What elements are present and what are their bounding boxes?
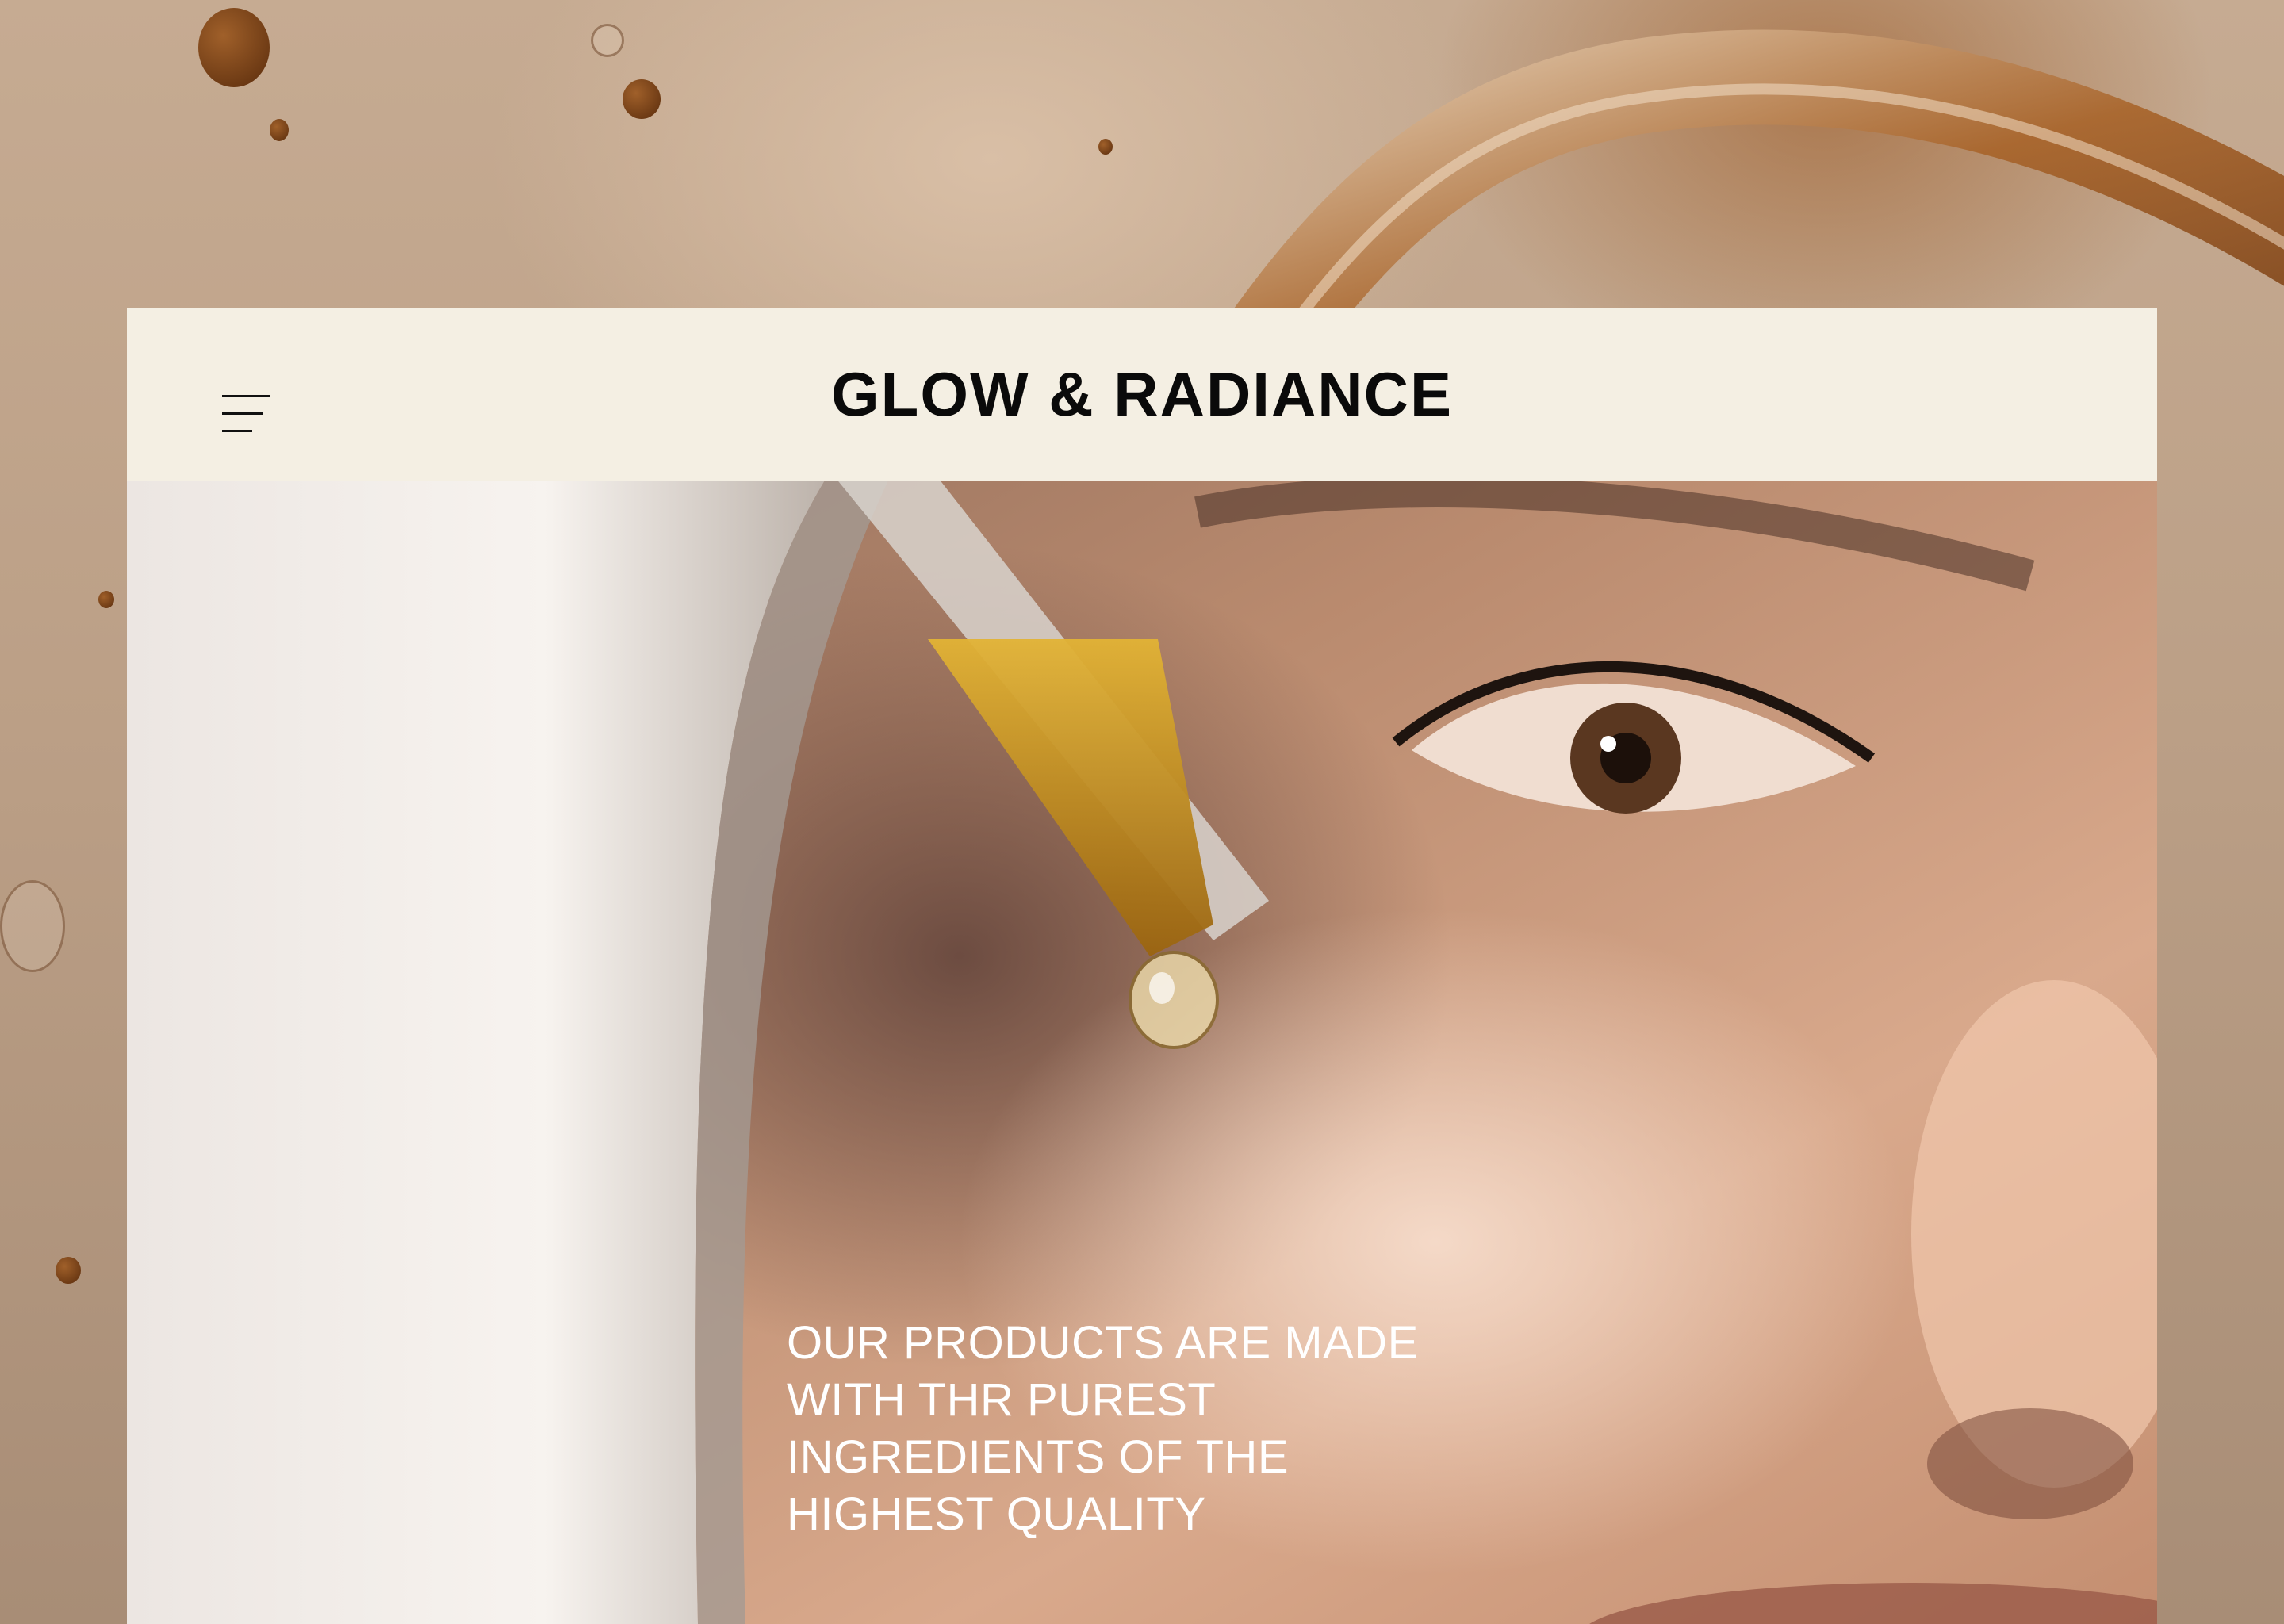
tagline-line: WITH THR PUREST <box>787 1374 1217 1426</box>
oil-droplet <box>270 119 289 141</box>
tagline-line: HIGHEST QUALITY <box>787 1488 1206 1540</box>
tagline-line: INGREDIENTS OF THE <box>787 1431 1290 1483</box>
site-card: GLOW & RADIANCE OUR PRODUCTS ARE MADE WI… <box>127 308 2157 1624</box>
oil-droplet <box>198 8 270 87</box>
oil-droplet <box>623 79 661 119</box>
site-header: GLOW & RADIANCE <box>127 308 2157 481</box>
oil-droplet <box>56 1257 81 1284</box>
hero-section: OUR PRODUCTS ARE MADE WITH THR PUREST IN… <box>127 481 2157 1624</box>
oil-droplet <box>98 591 114 608</box>
brand-title: GLOW & RADIANCE <box>831 359 1453 429</box>
oil-bubble <box>591 24 624 57</box>
oil-bubble <box>0 880 65 972</box>
oil-droplet <box>1098 139 1113 155</box>
hero-tagline: OUR PRODUCTS ARE MADE WITH THR PUREST IN… <box>787 1315 1500 1543</box>
page: GLOW & RADIANCE OUR PRODUCTS ARE MADE WI… <box>0 0 2284 1624</box>
tagline-line: OUR PRODUCTS ARE MADE <box>787 1317 1419 1369</box>
